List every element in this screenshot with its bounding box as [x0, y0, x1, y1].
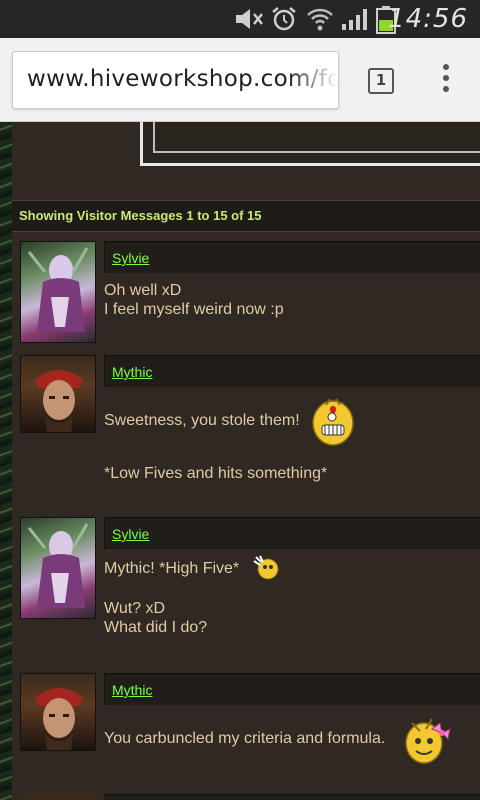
mute-icon: [236, 9, 263, 29]
message-author-bar: Mythic: [104, 355, 480, 387]
message-line: I feel myself weird now :p: [104, 301, 284, 318]
status-bar: 14:56: [0, 0, 480, 38]
author-link[interactable]: Mythic: [112, 364, 152, 380]
page-content: Showing Visitor Messages 1 to 15 of 15 S…: [0, 122, 480, 800]
avatar-mythic[interactable]: [20, 355, 96, 433]
address-bar[interactable]: www.hiveworkshop.com/fo: [12, 51, 339, 109]
author-link[interactable]: Mythic: [112, 682, 152, 698]
message-author-bar: Sylvie: [104, 517, 480, 549]
avatar-mythic[interactable]: [20, 673, 96, 751]
signal-icon: [342, 9, 367, 30]
message-line: What did I do?: [104, 619, 208, 636]
alarm-icon: [272, 7, 296, 31]
tab-switcher-button[interactable]: 1: [368, 68, 394, 94]
avatar-sylvie[interactable]: [20, 517, 96, 619]
browser-toolbar: www.hiveworkshop.com/fo: [0, 38, 480, 122]
bow-smiley-icon: [405, 718, 451, 764]
visitor-messages-title: Showing Visitor Messages 1 to 15 of 15: [19, 208, 262, 223]
message-line: Oh well xD: [104, 282, 182, 299]
visitor-message: Mythic Sweetness, you stole them! *Low F…: [18, 355, 480, 515]
message-line: *Low Fives and hits something*: [104, 465, 328, 482]
clock: 14:56: [388, 4, 468, 34]
visitor-message: Sylvie Mythic! *High Five* Wut? xD What …: [18, 517, 480, 667]
overflow-menu-icon[interactable]: [440, 64, 452, 96]
message-line: Mythic! *High Five*: [104, 560, 240, 577]
profile-frame: [140, 122, 480, 166]
message-line: Wut? xD: [104, 600, 166, 617]
visitor-message: Mythic You carbuncled my criteria and fo…: [18, 673, 480, 800]
high-five-smiley-icon: [253, 555, 279, 580]
visitor-message: Sylvie Oh well xD I feel myself weird no…: [18, 241, 480, 351]
author-link[interactable]: Sylvie: [112, 526, 149, 542]
message-line: You carbuncled my criteria and formula.: [104, 730, 386, 747]
message-author-bar: Mythic: [104, 673, 480, 705]
author-link[interactable]: Sylvie: [112, 250, 149, 266]
next-message-bar: [104, 794, 480, 800]
visitor-messages-header: Showing Visitor Messages 1 to 15 of 15: [12, 200, 480, 232]
wifi-icon: [307, 8, 333, 31]
next-avatar: [20, 794, 96, 800]
avatar-sylvie[interactable]: [20, 241, 96, 343]
angry-smiley-icon: [312, 398, 354, 446]
message-line: Sweetness, you stole them!: [104, 412, 300, 429]
border-decoration: [0, 122, 12, 800]
message-author-bar: Sylvie: [104, 241, 480, 273]
